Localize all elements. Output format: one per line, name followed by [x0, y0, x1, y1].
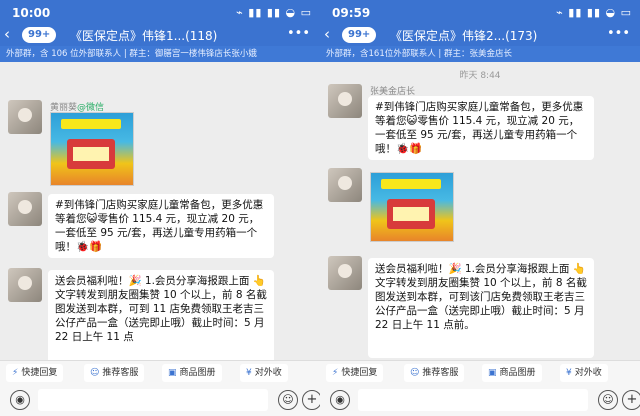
payment-icon: ¥	[246, 368, 252, 378]
avatar[interactable]	[328, 168, 362, 202]
avatar[interactable]	[8, 100, 42, 134]
bottom-toolbar: ⚡ 快捷回复 ☺ 推荐客服 ▣ 商品图册 ¥ 对外收 ◉ ☺ +	[320, 360, 640, 416]
product-album-chip[interactable]: ▣ 商品图册	[162, 364, 222, 382]
message-bubble[interactable]: #到伟锋门店购买家庭儿童常备包，更多优惠等着您😺零售价 115.4 元，现立减 …	[368, 96, 594, 160]
input-row: ◉ ☺ +	[320, 387, 640, 413]
poster-box-label	[73, 147, 109, 161]
status-icons: ⌁ ▮▮ ▮▮ ◒ ▭	[556, 6, 632, 19]
album-icon: ▣	[168, 368, 177, 378]
plus-icon[interactable]: +	[622, 390, 640, 410]
chat-title: 《医保定点》伟锋2...(173)	[390, 29, 538, 43]
album-icon: ▣	[488, 368, 497, 378]
service-icon: ☺	[90, 368, 100, 378]
quick-chips: ⚡ 快捷回复 ☺ 推荐客服 ▣ 商品图册 ¥ 对外收	[0, 364, 320, 382]
quick-reply-chip[interactable]: ⚡ 快捷回复	[326, 364, 384, 382]
group-info-bar[interactable]: 外部群，含 106 位外部联系人 | 群主：御膳宫一楼伟锋店长张小娥	[0, 46, 320, 62]
poster-banner	[61, 119, 121, 129]
service-icon: ☺	[410, 368, 420, 378]
voice-icon[interactable]: ◉	[10, 390, 30, 410]
voice-icon[interactable]: ◉	[330, 390, 350, 410]
nav-row: ‹ 99+ 《医保定点》伟锋2...(173) •••	[320, 24, 640, 46]
message-list[interactable]: 黄丽葵@微信 #到伟锋门店购买家庭儿童常备包，更多优惠等着您😺零售价 115.4…	[0, 62, 320, 360]
message-bubble[interactable]: #到伟锋门店购买家庭儿童常备包，更多优惠等着您😺零售价 115.4 元，现立减 …	[48, 194, 274, 258]
message-bubble[interactable]: 送会员福利啦！🎉 1.会员分享海报跟上面 👆 文字转发到朋友圈集赞 10 个以上…	[368, 258, 594, 358]
input-row: ◉ ☺ +	[0, 387, 320, 413]
payment-icon: ¥	[566, 368, 572, 378]
emoji-icon[interactable]: ☺	[278, 390, 298, 410]
back-arrow-icon[interactable]: ‹	[4, 25, 10, 43]
more-icon[interactable]: •••	[287, 26, 310, 41]
emoji-icon[interactable]: ☺	[598, 390, 618, 410]
avatar[interactable]	[328, 256, 362, 290]
avatar[interactable]	[8, 192, 42, 226]
quick-reply-icon: ⚡	[332, 368, 339, 378]
recommend-service-chip[interactable]: ☺ 推荐客服	[404, 364, 465, 382]
promo-poster-image[interactable]	[370, 172, 454, 242]
chat-title: 《医保定点》伟锋1...(118)	[70, 29, 218, 43]
product-album-chip[interactable]: ▣ 商品图册	[482, 364, 542, 382]
nav-row: ‹ 99+ 《医保定点》伟锋1...(118) •••	[0, 24, 320, 46]
status-icons: ⌁ ▮▮ ▮▮ ◒ ▭	[236, 6, 312, 19]
poster-box-label	[393, 207, 429, 221]
time-separator: 昨天 8:44	[459, 71, 501, 81]
quick-reply-icon: ⚡	[12, 368, 19, 378]
message-list[interactable]: 昨天 8:44 张美金店长 #到伟锋门店购买家庭儿童常备包，更多优惠等着您😺零售…	[320, 62, 640, 360]
back-arrow-icon[interactable]: ‹	[324, 25, 330, 43]
unread-badge[interactable]: 99+	[342, 27, 377, 43]
more-icon[interactable]: •••	[607, 26, 630, 41]
poster-banner	[381, 179, 441, 189]
avatar[interactable]	[8, 268, 42, 302]
message-bubble[interactable]: 送会员福利啦！🎉 1.会员分享海报跟上面 👆 文字转发到朋友圈集赞 10 个以上…	[48, 270, 274, 360]
plus-icon[interactable]: +	[302, 390, 320, 410]
status-time: 09:59	[332, 6, 371, 20]
message-input[interactable]	[358, 389, 588, 411]
left-phone-screen: 10:00 ⌁ ▮▮ ▮▮ ◒ ▭ ‹ 99+ 《医保定点》伟锋1...(118…	[0, 0, 320, 416]
avatar[interactable]	[328, 84, 362, 118]
group-info-bar[interactable]: 外部群，含161位外部联系人 | 群主：张美金店长	[320, 46, 640, 62]
right-phone-screen: 09:59 ⌁ ▮▮ ▮▮ ◒ ▭ ‹ 99+ 《医保定点》伟锋2...(173…	[320, 0, 640, 416]
unread-badge[interactable]: 99+	[22, 27, 57, 43]
quick-chips: ⚡ 快捷回复 ☺ 推荐客服 ▣ 商品图册 ¥ 对外收	[320, 364, 640, 382]
promo-poster-image[interactable]	[50, 112, 134, 186]
payment-chip[interactable]: ¥ 对外收	[240, 364, 288, 382]
quick-reply-chip[interactable]: ⚡ 快捷回复	[6, 364, 64, 382]
payment-chip[interactable]: ¥ 对外收	[560, 364, 608, 382]
bottom-toolbar: ⚡ 快捷回复 ☺ 推荐客服 ▣ 商品图册 ¥ 对外收 ◉ ☺ +	[0, 360, 320, 416]
recommend-service-chip[interactable]: ☺ 推荐客服	[84, 364, 145, 382]
message-input[interactable]	[38, 389, 268, 411]
status-time: 10:00	[12, 6, 51, 20]
